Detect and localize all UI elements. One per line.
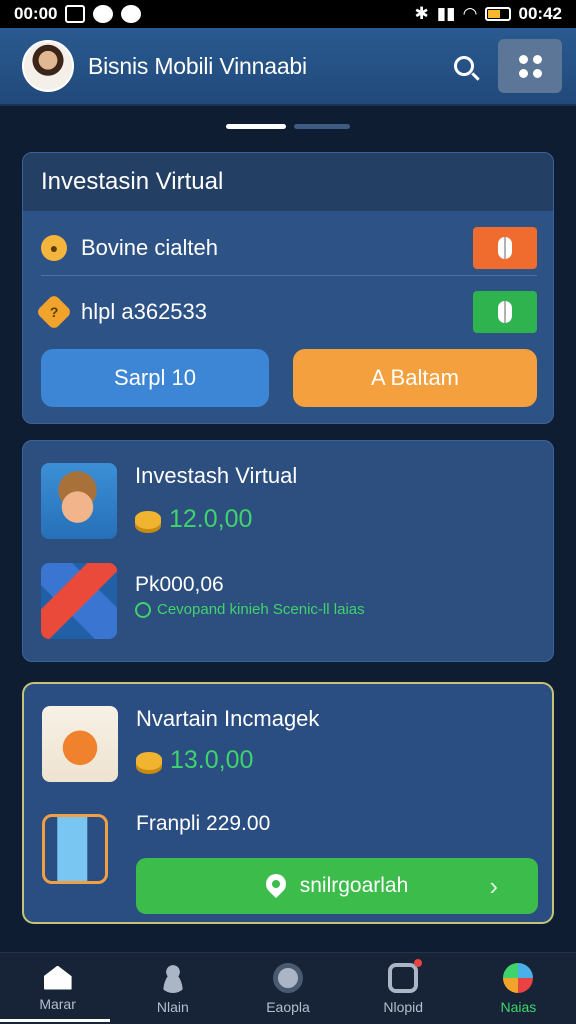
nav-label: Naias bbox=[500, 998, 537, 1015]
app-header: Bisnis Mobili Vinnaabi bbox=[0, 28, 576, 106]
card-title: Investash Virtual bbox=[135, 463, 298, 488]
status-time-right: 00:42 bbox=[518, 4, 562, 23]
page-indicator bbox=[0, 124, 576, 129]
action-label: snilrgoarlah bbox=[299, 874, 409, 897]
row-label: hlpl a362533 bbox=[81, 299, 208, 324]
dot bbox=[518, 68, 528, 78]
status-right: ✱ ▮▮ ◠ 00:42 bbox=[414, 4, 562, 24]
orange-action-button[interactable] bbox=[473, 227, 537, 269]
toggle-icon bbox=[498, 301, 512, 323]
nav-item-explore[interactable]: Eaopla bbox=[230, 953, 345, 1024]
battery-icon bbox=[484, 7, 511, 21]
page-indicator-active[interactable] bbox=[226, 124, 286, 129]
status-left: 00:00 bbox=[14, 4, 142, 24]
amount-value: 12.0,00 bbox=[169, 505, 253, 533]
coin-icon: ● bbox=[41, 235, 67, 261]
dot bbox=[518, 54, 528, 64]
phone-thumbnail bbox=[42, 814, 108, 884]
search-icon bbox=[454, 56, 474, 76]
nav-label: Marar bbox=[39, 995, 76, 1012]
divider bbox=[41, 275, 537, 276]
toggle-icon bbox=[498, 237, 512, 259]
investment-card: Investasin Virtual ● Bovine cialteh ? hl… bbox=[22, 152, 554, 424]
baltam-button[interactable]: A Baltam bbox=[293, 349, 537, 407]
card-title: Nvartain Incmagek bbox=[136, 706, 320, 731]
user-icon bbox=[157, 962, 188, 993]
home-indicator bbox=[0, 1019, 110, 1022]
page-title: Bisnis Mobili Vinnaabi bbox=[88, 52, 307, 79]
green-action-button[interactable] bbox=[473, 291, 537, 333]
nav-label: Nlopid bbox=[383, 998, 424, 1015]
box-thumbnail bbox=[41, 563, 117, 639]
nav-item-home[interactable]: Marar bbox=[0, 953, 115, 1024]
sub-value: Franpli 229.00 bbox=[136, 812, 271, 835]
coin-icon bbox=[136, 751, 162, 770]
hexagon-icon: ? bbox=[35, 293, 73, 331]
status-time-left: 00:00 bbox=[14, 4, 58, 23]
nav-label: Eaopla bbox=[266, 998, 310, 1015]
status-note: Cevopand kinieh Scenic-ll laias bbox=[135, 601, 365, 618]
nav-item-user[interactable]: Nlain bbox=[115, 953, 230, 1024]
explore-icon bbox=[273, 962, 303, 993]
list-item: ● Bovine cialteh bbox=[41, 227, 537, 269]
app-notification-icon bbox=[93, 5, 114, 23]
amount-line: 13.0,00 bbox=[136, 746, 253, 775]
nav-item-messages[interactable]: Nlopid bbox=[346, 953, 461, 1024]
coin-icon bbox=[135, 510, 161, 529]
avatar[interactable] bbox=[22, 40, 74, 92]
chevron-right-icon: › bbox=[489, 870, 498, 901]
highlight-card[interactable]: Nvartain Incmagek 13.0,00 Franpli 229.00… bbox=[22, 682, 554, 924]
bluetooth-icon: ✱ bbox=[414, 4, 429, 23]
note-text: Cevopand kinieh Scenic-ll laias bbox=[157, 601, 365, 618]
amount-line: 12.0,00 bbox=[135, 505, 252, 534]
gift-thumbnail bbox=[42, 706, 118, 782]
signal-icon: ▮▮ bbox=[436, 4, 456, 23]
status-bar: 00:00 ✱ ▮▮ ◠ 00:42 bbox=[0, 0, 576, 28]
nav-item-more[interactable]: Naias bbox=[461, 953, 576, 1024]
dot bbox=[532, 68, 542, 78]
virtual-card[interactable]: Investash Virtual 12.0,00 Pk000,06 Cevop… bbox=[22, 440, 554, 662]
search-button[interactable] bbox=[440, 42, 488, 90]
facebook-icon bbox=[121, 5, 142, 23]
nav-label: Nlain bbox=[156, 998, 189, 1015]
card-title: Investasin Virtual bbox=[23, 153, 553, 211]
list-item: ? hlpl a362533 bbox=[35, 291, 537, 333]
bottom-navigation: Marar Nlain Eaopla Nlopid Naias bbox=[0, 952, 576, 1024]
message-icon bbox=[388, 958, 423, 993]
menu-button[interactable] bbox=[498, 39, 562, 93]
wifi-icon: ◠ bbox=[463, 4, 477, 23]
check-circle-icon bbox=[135, 601, 151, 618]
avatar-thumbnail bbox=[41, 463, 117, 539]
sarpl-button[interactable]: Sarpl 10 bbox=[41, 349, 269, 407]
row-label: Bovine cialteh bbox=[81, 235, 218, 260]
dot bbox=[532, 54, 542, 64]
location-action-button[interactable]: snilrgoarlah › bbox=[136, 858, 538, 914]
sub-value: Pk000,06 bbox=[135, 573, 224, 596]
location-pin-icon bbox=[266, 874, 286, 898]
home-icon bbox=[43, 965, 72, 990]
page-indicator-inactive[interactable] bbox=[294, 124, 350, 129]
amount-value: 13.0,00 bbox=[170, 746, 254, 774]
more-icon bbox=[503, 962, 534, 993]
notification-icon bbox=[65, 5, 86, 23]
